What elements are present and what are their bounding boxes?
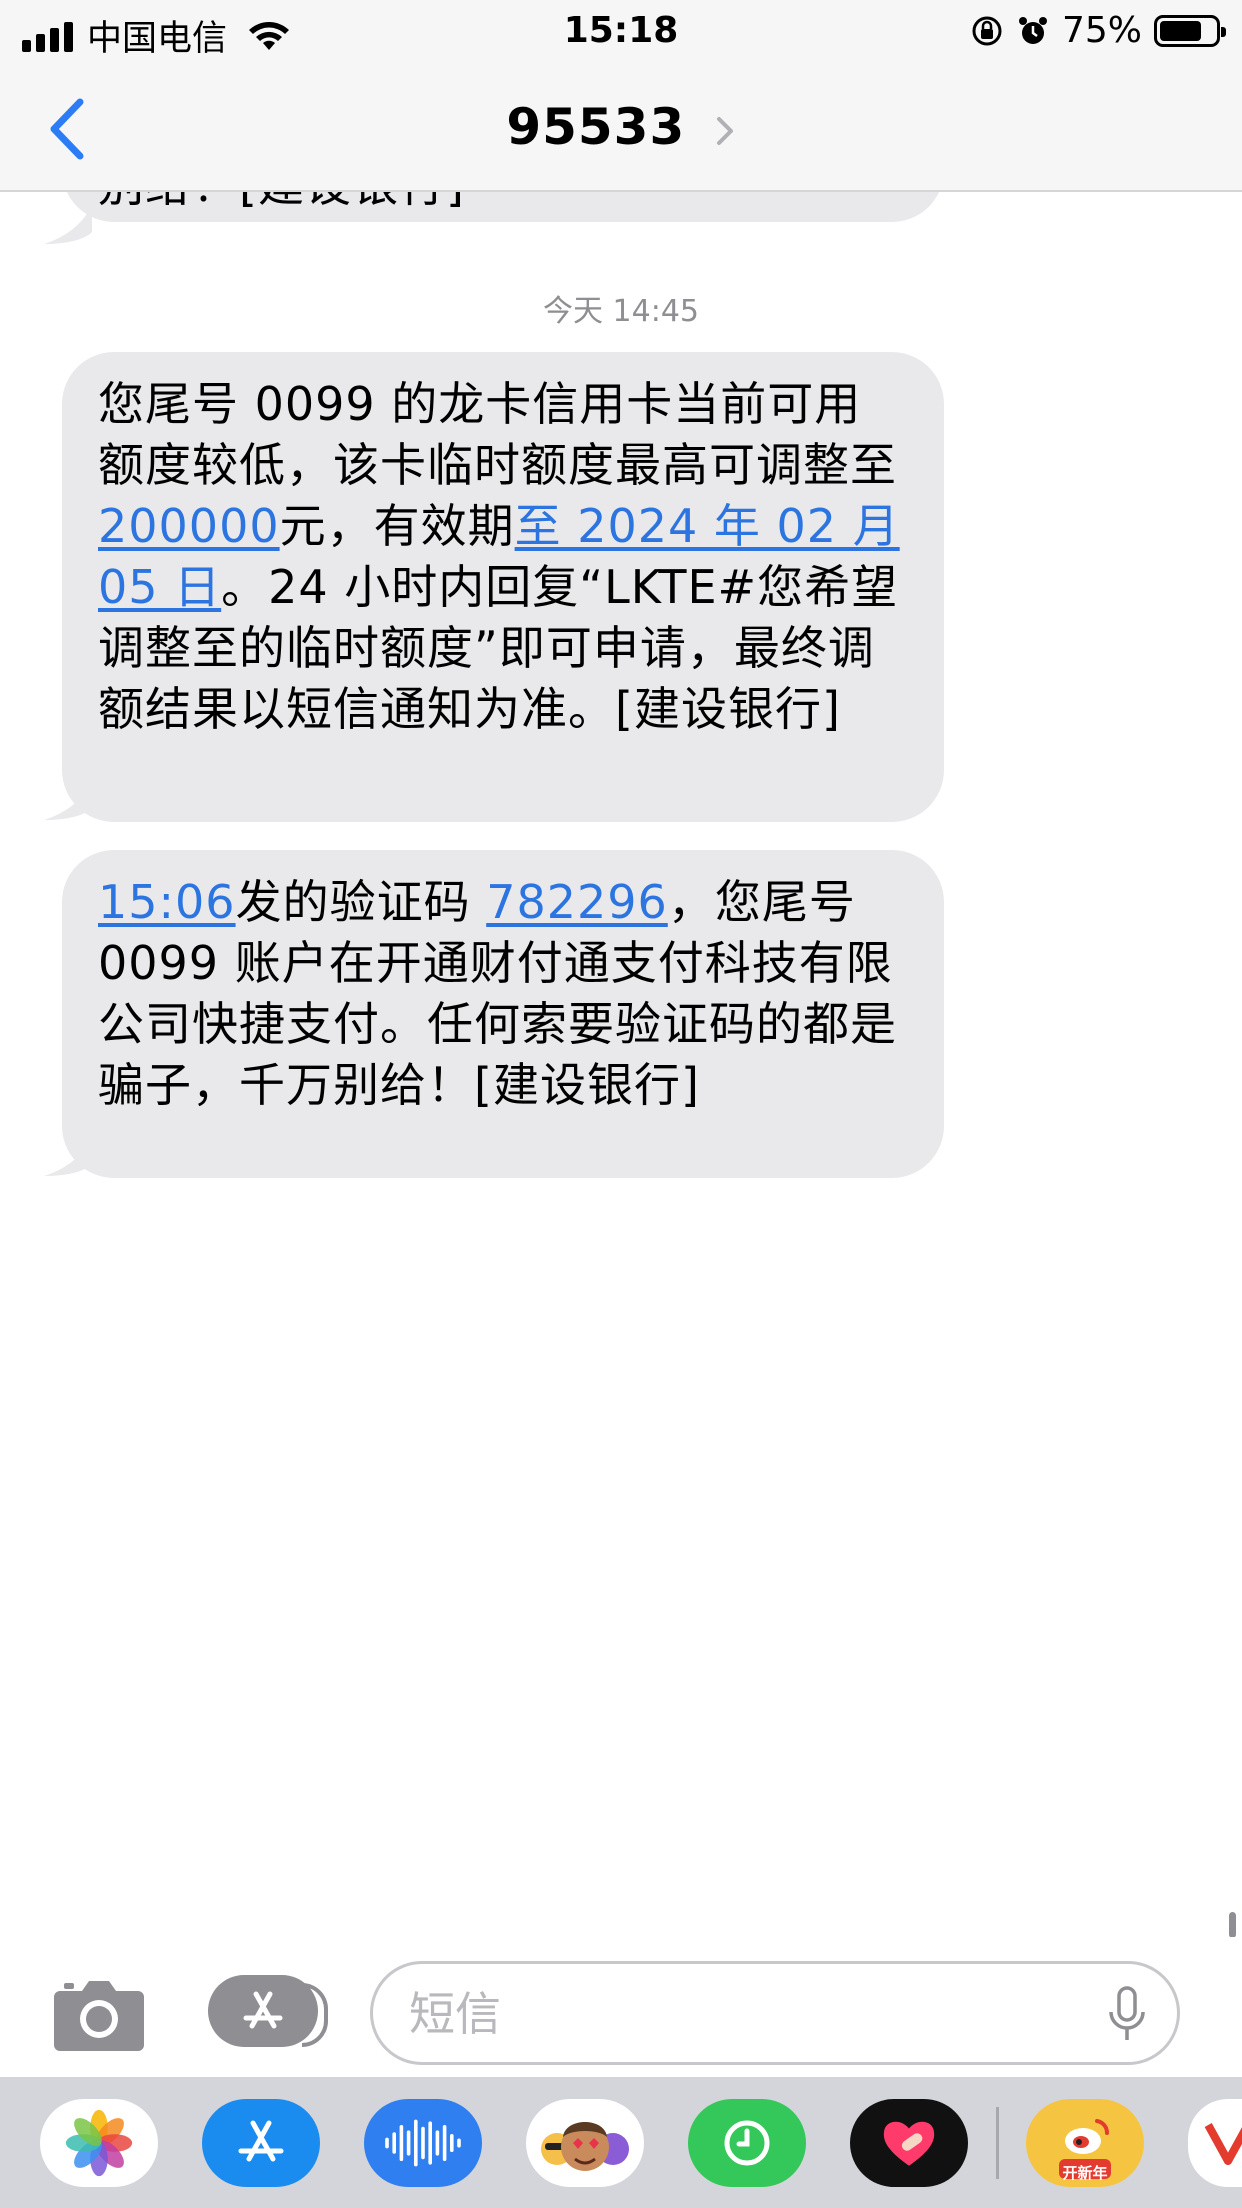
time-link[interactable]: 15:06 [98,875,236,929]
status-right: 75% [970,10,1226,51]
incoming-message-bubble[interactable]: 15:06发的验证码 782296，您尾号 0099 账户在开通财付通支付科技有… [62,850,944,1178]
drawer-divider [996,2107,999,2179]
app-store-icon [243,1991,283,2029]
amount-link[interactable]: 200000 [98,499,280,553]
orientation-lock-icon [972,16,1002,45]
weibo-app-button[interactable]: 开新年 [1026,2099,1144,2187]
app-store-app-button[interactable] [202,2099,320,2187]
bubble-tail [44,204,92,244]
message-input-field[interactable] [370,1961,1180,2065]
incoming-message-bubble[interactable]: 您尾号 0099 的龙卡信用卡当前可用额度较低，该卡临时额度最高可调整至 200… [62,352,944,822]
message-input[interactable] [409,1984,1049,2044]
audio-message-icon [385,2119,461,2167]
photos-app-button[interactable] [40,2099,158,2187]
message-list[interactable]: 别给！[建设银行] 今天 14:45 您尾号 0099 的龙卡信用卡当前可用额度… [0,192,1242,1937]
photos-icon [65,2109,133,2177]
message-text: 您尾号 0099 的龙卡信用卡当前可用额度较低，该卡临时额度最高可调整至 [98,377,897,492]
contact-title[interactable]: 95533 [0,98,1242,156]
battery-fill [1160,20,1201,41]
digital-touch-icon [724,2120,770,2166]
heart-sticker-icon [883,2121,935,2166]
v-app-button[interactable] [1188,2099,1242,2187]
app-store-button[interactable] [208,1975,328,2047]
camera-icon[interactable] [52,1975,146,2053]
contact-number: 95533 [506,98,686,156]
alarm-icon [1018,16,1047,44]
navigation-bar: 95533 [0,64,1242,192]
memoji-app-button[interactable] [526,2099,644,2187]
message-text: 发的验证码 [235,875,487,929]
bubble-tail [44,1136,92,1176]
verification-code-link[interactable]: 782296 [486,875,668,929]
message-timestamp: 今天 14:45 [543,294,699,329]
v-app-icon [1204,2123,1242,2166]
digital-touch-app-button[interactable] [688,2099,806,2187]
weibo-badge-label: 开新年 [1062,2164,1108,2182]
microphone-icon[interactable] [1107,1986,1147,2044]
compose-bar [0,1937,1242,2077]
message-text: 元，有效期 [279,499,515,553]
previous-message-bubble[interactable]: 别给！[建设银行] [62,192,944,222]
sticker-app-button[interactable] [850,2099,968,2187]
scroll-indicator[interactable] [1229,1912,1236,1938]
bubble-tail [44,780,92,820]
messages-screen: 中国电信 15:18 75% 95533 今天 14:45 您尾号 0099 的… [0,0,1242,2208]
chevron-right-icon [716,116,733,145]
audio-app-button[interactable] [364,2099,482,2187]
previous-message-text: 别给！[建设银行] [98,192,465,216]
status-bar: 中国电信 15:18 75% [0,0,1242,64]
battery-percent: 75% [1061,10,1142,51]
memoji-icon [541,2122,629,2171]
imessage-app-drawer: 开新年 [0,2077,1242,2208]
battery-icon [1154,14,1226,47]
app-store-icon [238,2120,284,2162]
